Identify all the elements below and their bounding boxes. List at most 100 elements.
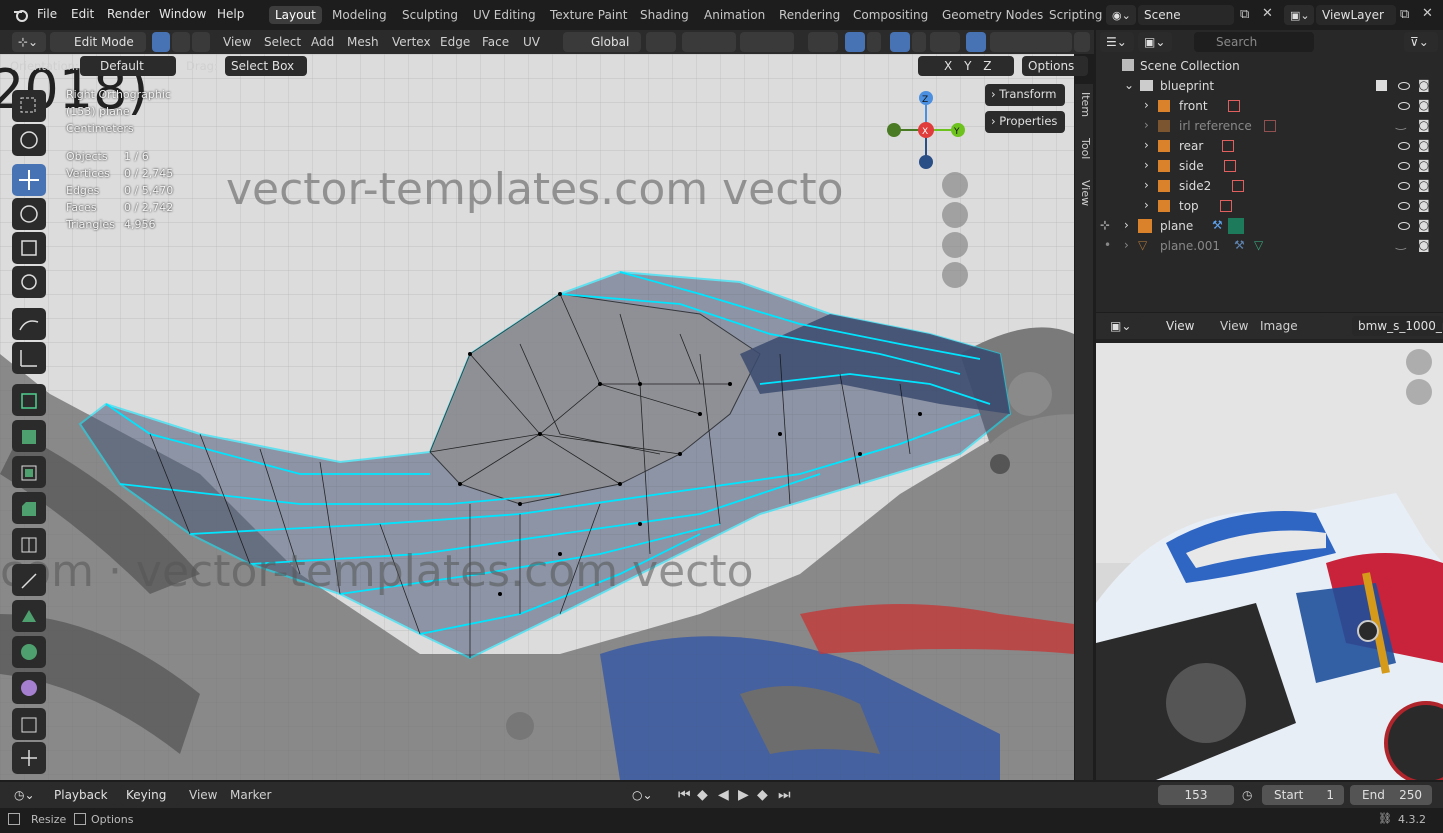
image-data-icon[interactable] — [1222, 140, 1234, 152]
camera-icon[interactable]: ◙ — [1418, 238, 1430, 252]
camera-view-icon[interactable] — [942, 232, 968, 258]
camera-icon[interactable]: ◙ — [1418, 198, 1430, 212]
viewlayer-selector[interactable]: ViewLayer — [1316, 5, 1396, 25]
measure-tool[interactable] — [12, 342, 46, 374]
tab-layout[interactable]: Layout — [269, 6, 322, 24]
chevron-down-icon[interactable]: ⌄ — [1124, 78, 1134, 92]
options-dropdown[interactable]: Options — [1022, 56, 1088, 76]
image-browse-button[interactable] — [1320, 316, 1350, 336]
outliner-scene-collection[interactable]: Scene Collection — [1096, 56, 1443, 76]
eye-icon[interactable] — [1398, 82, 1410, 90]
gizmo-toggle[interactable] — [845, 32, 865, 52]
bevel-tool[interactable] — [12, 492, 46, 524]
play-reverse-icon[interactable]: ◀ — [718, 785, 729, 805]
tab-rendering[interactable]: Rendering — [773, 6, 846, 24]
extrude-tool[interactable] — [12, 420, 46, 452]
header-menu-edge[interactable]: Edge — [440, 32, 470, 52]
camera-icon[interactable]: ◙ — [1418, 138, 1430, 152]
image-menu-view[interactable]: View — [1220, 316, 1248, 336]
tab-sculpting[interactable]: Sculpting — [396, 6, 464, 24]
timeline-marker-menu[interactable]: Marker — [230, 785, 271, 805]
face-select-button[interactable] — [192, 32, 210, 52]
timeline-view-menu[interactable]: View — [189, 785, 217, 805]
transform-orientation-dropdown[interactable]: Global — [563, 32, 641, 52]
pan-hand-icon[interactable] — [1406, 379, 1432, 405]
wrench-icon[interactable]: ⚒ — [1212, 218, 1223, 232]
properties-panel[interactable]: › Properties — [985, 111, 1065, 133]
visibility-dropdown[interactable] — [808, 32, 838, 52]
eye-icon[interactable] — [1398, 102, 1410, 110]
outliner-item-plane[interactable]: ⊹ › plane ⚒ ◙ — [1096, 216, 1443, 236]
tab-texture-paint[interactable]: Texture Paint — [544, 6, 633, 24]
tab-tool[interactable]: Tool — [1077, 138, 1092, 159]
clock-icon[interactable]: ◷ — [1242, 785, 1252, 805]
overlays-toggle[interactable] — [890, 32, 910, 52]
header-menu-view[interactable]: View — [223, 32, 251, 52]
add-cube-tool[interactable] — [12, 384, 46, 416]
overlays-dropdown[interactable] — [912, 32, 926, 52]
header-menu-face[interactable]: Face — [482, 32, 509, 52]
mirror-z[interactable]: Z — [983, 59, 991, 73]
eye-closed-icon[interactable]: ‿ — [1396, 116, 1406, 130]
menu-edit[interactable]: Edit — [71, 7, 94, 21]
menu-render[interactable]: Render — [107, 7, 150, 21]
auto-keying-toggle[interactable]: ○⌄ — [626, 785, 666, 805]
outliner-search-input[interactable]: Search — [1194, 32, 1314, 52]
gizmo-dropdown[interactable] — [867, 32, 881, 52]
mirror-axis-group[interactable]: X Y Z — [918, 56, 1014, 76]
image-data-icon[interactable] — [1264, 120, 1276, 132]
tab-item[interactable]: Item — [1077, 92, 1092, 117]
image-menu-image[interactable]: Image — [1260, 316, 1298, 336]
zoom-icon[interactable] — [942, 172, 968, 198]
inset-tool[interactable] — [12, 456, 46, 488]
eye-icon[interactable] — [1398, 222, 1410, 230]
jump-end-icon[interactable]: ⏭ — [778, 785, 791, 805]
image-editor-type[interactable]: ▣⌄ — [1104, 316, 1134, 336]
outliner-item-rear[interactable]: › rear ◙ — [1096, 136, 1443, 156]
header-menu-select[interactable]: Select — [264, 32, 301, 52]
rotate-tool[interactable] — [12, 198, 46, 230]
outliner-item-side2[interactable]: › side2 ◙ — [1096, 176, 1443, 196]
tab-modeling[interactable]: Modeling — [326, 6, 393, 24]
shrink-fatten-tool[interactable] — [12, 742, 46, 774]
mirror-x[interactable]: X — [944, 59, 952, 73]
keying-menu[interactable]: Keying — [120, 785, 180, 805]
poly-build-tool[interactable] — [12, 600, 46, 632]
image-data-icon[interactable] — [1232, 180, 1244, 192]
select-box-tool[interactable] — [12, 90, 46, 122]
image-view-dropdown[interactable]: View — [1140, 316, 1210, 336]
scene-type-dropdown[interactable]: ◉⌄ — [1106, 5, 1136, 25]
new-viewlayer-icon[interactable]: ⧉ — [1400, 7, 1409, 22]
image-name-field[interactable]: bmw_s_1000_rr — [1352, 316, 1443, 336]
viewlayer-type-dropdown[interactable]: ▣⌄ — [1284, 5, 1314, 25]
play-icon[interactable]: ▶ — [738, 785, 749, 805]
image-preview[interactable] — [1096, 343, 1443, 780]
outliner-display-mode[interactable]: ▣⌄ — [1138, 32, 1172, 52]
chevron-right-icon[interactable]: › — [1144, 118, 1149, 132]
menu-file[interactable]: File — [37, 7, 57, 21]
close-scene-icon[interactable]: ✕ — [1262, 6, 1273, 21]
start-frame-field[interactable]: Start 1 — [1262, 785, 1344, 805]
xray-toggle[interactable] — [966, 32, 986, 52]
chevron-right-icon[interactable]: › — [1144, 198, 1149, 212]
wrench-icon[interactable]: ⚒ — [1234, 238, 1245, 252]
eye-icon[interactable] — [1398, 202, 1410, 210]
outliner-item-side[interactable]: › side ◙ — [1096, 156, 1443, 176]
tab-uv-editing[interactable]: UV Editing — [467, 6, 542, 24]
jump-start-icon[interactable]: ⏮ — [678, 785, 691, 805]
drag-dropdown[interactable]: Select Box — [225, 56, 307, 76]
tab-scripting[interactable]: Scripting — [1043, 6, 1108, 24]
tab-compositing[interactable]: Compositing — [847, 6, 934, 24]
orientation-dropdown[interactable]: Default — [80, 56, 176, 76]
camera-icon[interactable]: ◙ — [1418, 178, 1430, 192]
loop-cut-tool[interactable] — [12, 528, 46, 560]
jump-keyframe-back-icon[interactable]: ◆ — [697, 785, 708, 805]
shading-dropdown[interactable] — [1074, 32, 1090, 52]
mesh-edit-overlays-dropdown[interactable] — [930, 32, 960, 52]
camera-icon[interactable]: ◙ — [1418, 78, 1430, 92]
end-frame-field[interactable]: End 250 — [1350, 785, 1432, 805]
jump-keyframe-forward-icon[interactable]: ◆ — [757, 785, 768, 805]
image-data-icon[interactable] — [1220, 200, 1232, 212]
chevron-right-icon[interactable]: › — [1144, 138, 1149, 152]
pivot-point-dropdown[interactable] — [646, 32, 676, 52]
